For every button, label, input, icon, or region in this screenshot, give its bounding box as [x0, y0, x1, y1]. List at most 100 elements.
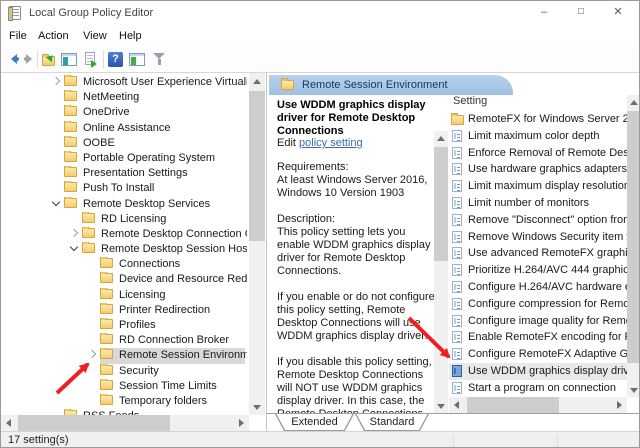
tree-label: RD Licensing — [101, 212, 167, 225]
setting-row[interactable]: Use advanced RemoteFX graphics for Remot… — [449, 245, 627, 262]
policy-icon — [452, 180, 462, 193]
setting-row[interactable]: Enforce Removal of Remote Desktop Wallpa… — [449, 145, 627, 162]
close-button[interactable]: ✕ — [601, 1, 635, 24]
scrollbar-thumb[interactable] — [18, 415, 170, 431]
folder-icon — [281, 78, 294, 90]
setting-row[interactable]: Use hardware graphics adapters for all R… — [449, 161, 627, 178]
tree-item[interactable]: Device and Resource Redirection — [1, 272, 247, 287]
console-tree-icon[interactable] — [61, 51, 79, 69]
setting-row[interactable]: Remove "Disconnect" option from Shut Dow… — [449, 212, 627, 229]
help-icon[interactable]: ? — [107, 51, 125, 69]
tree-item[interactable]: Session Time Limits — [1, 378, 247, 394]
tree-item[interactable]: NetMeeting — [1, 90, 247, 105]
tree-item[interactable]: Portable Operating System — [1, 150, 247, 166]
toolbar-separator — [103, 51, 104, 68]
policy-setting-link[interactable]: policy setting — [299, 137, 363, 149]
setting-row[interactable]: Enable RemoteFX encoding for RemoteFX cl… — [449, 329, 627, 346]
setting-row[interactable]: Prioritize H.264/AVC 444 graphics mode f… — [449, 262, 627, 279]
scroll-left-button[interactable] — [1, 415, 17, 431]
triangle-left-icon — [454, 401, 459, 409]
show-window-icon[interactable] — [129, 51, 147, 69]
scroll-right-button[interactable] — [233, 415, 249, 431]
tree-label: Connections — [119, 258, 181, 271]
scroll-right-button[interactable] — [611, 397, 627, 413]
tree-item[interactable]: Connections — [1, 257, 247, 272]
extended-pane-scrollbar[interactable] — [434, 131, 448, 413]
setting-row[interactable]: Remove Windows Security item from Start … — [449, 229, 627, 246]
description-paragraph: This policy setting lets you enable WDDM… — [277, 226, 431, 277]
up-one-level-icon[interactable] — [41, 51, 59, 69]
list-vertical-scrollbar[interactable] — [627, 95, 639, 397]
tab-standard[interactable]: Standard — [355, 414, 429, 431]
tree-item[interactable]: Printer Redirection — [1, 302, 247, 318]
setting-row[interactable]: Limit number of monitors — [449, 195, 627, 212]
tree-item-remote-session-environment[interactable]: Remote Session Environment — [1, 348, 247, 364]
tree-item[interactable]: Microsoft User Experience Virtualization — [1, 75, 247, 90]
folder-icon — [82, 242, 95, 254]
policy-icon — [452, 381, 462, 394]
tree-item[interactable]: Profiles — [1, 318, 247, 333]
scrollbar-thumb[interactable] — [249, 91, 265, 241]
tree-item[interactable]: Online Assistance — [1, 120, 247, 136]
chevron-down-icon[interactable] — [67, 242, 82, 254]
setting-row[interactable]: Start a program on connection — [449, 380, 627, 397]
tab-extended[interactable]: Extended — [275, 414, 354, 431]
list-horizontal-scrollbar[interactable] — [449, 397, 627, 413]
tree-item[interactable]: Push To Install — [1, 181, 247, 196]
tree-item[interactable]: Remote Desktop Session Host — [1, 242, 247, 257]
tree-item[interactable]: OneDrive — [1, 105, 247, 120]
chevron-down-icon[interactable] — [49, 197, 64, 209]
scrollbar-thumb[interactable] — [627, 111, 639, 363]
chevron-right-icon[interactable] — [85, 348, 100, 360]
tree-item[interactable]: RD Connection Broker — [1, 333, 247, 348]
scroll-up-button[interactable] — [627, 95, 639, 109]
setting-row[interactable]: Configure image quality for RemoteFX Ada… — [449, 313, 627, 330]
minimize-button[interactable]: – — [527, 1, 561, 24]
chevron-right-icon[interactable] — [49, 75, 64, 87]
tree-item[interactable]: RD Licensing — [1, 211, 247, 227]
tree-vertical-scrollbar[interactable] — [249, 73, 265, 415]
tree-item[interactable]: Temporary folders — [1, 393, 247, 409]
maximize-button[interactable]: □ — [564, 1, 598, 24]
setting-row[interactable]: Limit maximum display resolution — [449, 178, 627, 195]
scroll-up-button[interactable] — [434, 131, 448, 145]
setting-label: Limit maximum color depth — [468, 129, 600, 142]
tree-horizontal-scrollbar[interactable] — [1, 415, 249, 431]
setting-row[interactable]: Configure H.264/AVC hardware encoding fo… — [449, 279, 627, 296]
tree-item[interactable]: Licensing — [1, 287, 247, 303]
setting-row[interactable]: Limit maximum color depth — [449, 128, 627, 145]
chevron-right-icon[interactable] — [67, 227, 82, 239]
setting-label: Prioritize H.264/AVC 444 graphics mode f… — [468, 264, 627, 277]
folder-icon — [82, 226, 95, 238]
menu-help[interactable]: Help — [119, 25, 142, 47]
scrollbar-thumb[interactable] — [467, 397, 559, 413]
setting-row[interactable]: Configure compression for RemoteFX data — [449, 296, 627, 313]
scroll-down-button[interactable] — [627, 383, 639, 397]
tree-item[interactable]: Security — [1, 363, 247, 379]
tree-item[interactable]: Remote Desktop Services — [1, 196, 247, 212]
menu-bar: File Action View Help — [1, 25, 639, 47]
export-list-icon[interactable] — [83, 51, 101, 69]
scroll-down-button[interactable] — [434, 399, 448, 413]
forward-icon[interactable] — [20, 51, 38, 69]
column-header-setting[interactable]: Setting — [453, 95, 623, 111]
folder-glyph — [42, 54, 55, 66]
scroll-up-button[interactable] — [249, 73, 265, 89]
folder-icon — [64, 105, 77, 117]
scroll-left-button[interactable] — [449, 397, 465, 413]
menu-file[interactable]: File — [9, 25, 27, 47]
menu-action[interactable]: Action — [38, 25, 69, 47]
scroll-down-button[interactable] — [249, 399, 265, 415]
setting-row[interactable]: RemoteFX for Windows Server 2008 R2 — [449, 111, 627, 128]
menu-view[interactable]: View — [83, 25, 107, 47]
filter-icon[interactable] — [151, 51, 169, 69]
setting-row[interactable]: Configure RemoteFX Adaptive Graphics — [449, 346, 627, 363]
setting-row-use-wddm[interactable]: Use WDDM graphics display driver for Rem… — [449, 362, 627, 380]
tree-item[interactable]: Remote Desktop Connection Client — [1, 226, 247, 242]
tree-item[interactable]: OOBE — [1, 135, 247, 151]
tree-item[interactable]: Presentation Settings — [1, 166, 247, 181]
scrollbar-thumb[interactable] — [434, 147, 448, 261]
